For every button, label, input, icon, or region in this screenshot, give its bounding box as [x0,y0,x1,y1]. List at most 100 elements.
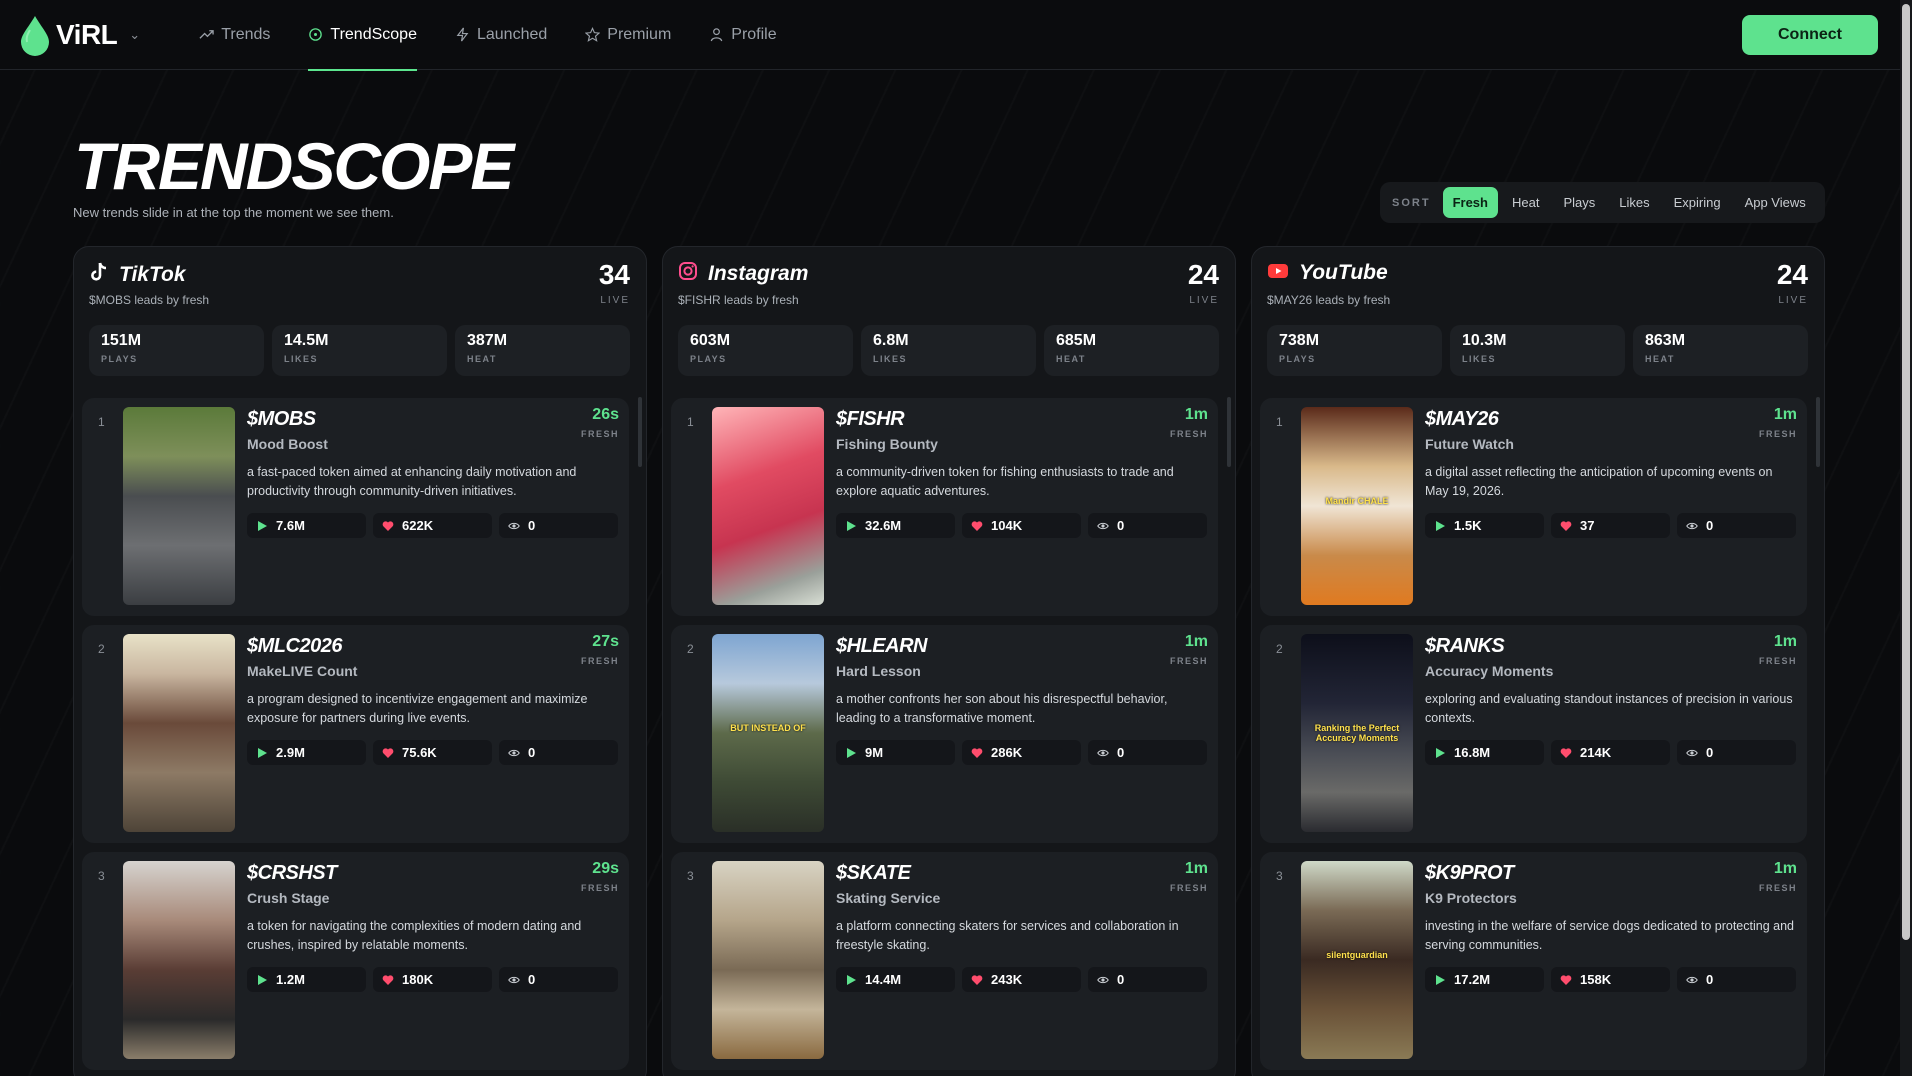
stats-row: 738M PLAYS 10.3M LIKES 863M HEAT [1267,325,1808,376]
sort-label: SORT [1392,196,1431,209]
metric-likes: 75.6K [373,740,492,765]
column-scrollbar[interactable] [1227,397,1231,467]
metric-value: 0 [1706,745,1714,760]
trend-ticker[interactable]: $MOBS [247,408,316,431]
metric-plays: 32.6M [836,513,955,538]
stat-plays: 738M PLAYS [1267,325,1442,376]
stats-row: 151M PLAYS 14.5M LIKES 387M HEAT [89,325,630,376]
stat-label: HEAT [467,354,497,364]
trend-rank: 3 [98,869,105,883]
page-scrollbar-thumb[interactable] [1902,4,1910,940]
video-thumbnail[interactable]: Ranking the Perfect Accuracy Moments [1301,634,1413,832]
trend-card[interactable]: 3 $CRSHST Crush Stage 29s FRESH a token for n… [82,852,629,1070]
video-thumbnail[interactable]: silentguardian [1301,861,1413,1059]
metric-value: 104K [991,518,1023,533]
trend-card[interactable]: 1 $FISHR Fishing Bounty 1m FRESH a community-… [671,398,1218,616]
nav-profile[interactable]: Profile [709,0,777,70]
eye-icon [1686,747,1698,759]
sort-likes-button[interactable]: Likes [1609,187,1659,218]
trend-card[interactable]: 1 $MOBS Mood Boost 26s FRESH a fast-paced tok… [82,398,629,616]
stat-value: 738M [1279,332,1320,349]
video-thumbnail[interactable]: BUT INSTEAD OF [712,634,824,832]
trend-description: a fast-paced token aimed at enhancing da… [247,465,577,498]
metric-value: 286K [991,745,1023,760]
nav-premium[interactable]: Premium [585,0,671,70]
metric-views: 0 [1677,513,1796,538]
metric-value: 9M [865,745,884,760]
metric-value: 622K [402,518,434,533]
trend-description: a mother confronts her son about his dis… [836,692,1168,725]
thumbnail-caption: silentguardian [1326,950,1388,961]
trend-description: a community-driven token for fishing ent… [836,465,1174,498]
trend-card[interactable]: 2 BUT INSTEAD OF $HLEARN Hard Lesson 1m FRESH… [671,625,1218,843]
stat-value: 603M [690,332,731,349]
stat-likes: 10.3M LIKES [1450,325,1625,376]
trend-card[interactable]: 3 silentguardian $K9PROT K9 Protectors 1m FRE… [1260,852,1807,1070]
stat-value: 685M [1056,332,1097,349]
fresh-label: FRESH [1758,883,1797,893]
sort-app-views-button[interactable]: App Views [1735,187,1816,218]
trend-name: Fishing Bounty [836,436,938,452]
video-thumbnail[interactable] [712,407,824,605]
stat-label: HEAT [1645,354,1675,364]
live-label: LIVE [600,295,630,306]
thumbnail-caption: Ranking the Perfect Accuracy Moments [1314,723,1400,744]
stat-label: HEAT [1056,354,1086,364]
sort-heat-button[interactable]: Heat [1502,187,1549,218]
nav-trendscope[interactable]: TrendScope [308,0,417,71]
stat-label: PLAYS [690,354,727,364]
user-icon [711,28,723,42]
nav-launched[interactable]: Launched [455,0,547,70]
metric-value: 75.6K [402,745,437,760]
trend-ticker[interactable]: $RANKS [1425,635,1505,658]
logo[interactable]: ViRL ⌄ [18,14,140,56]
metric-views: 0 [1677,967,1796,992]
stat-value: 387M [467,332,508,349]
sort-fresh-button[interactable]: Fresh [1442,187,1498,218]
video-thumbnail[interactable] [123,861,235,1059]
metric-views: 0 [499,513,618,538]
connect-button[interactable]: Connect [1742,15,1878,55]
stat-value: 151M [101,332,142,349]
trend-card[interactable]: 2 $MLC2026 MakeLIVE Count 27s FRESH a program… [82,625,629,843]
page-scrollbar[interactable] [1900,0,1912,1076]
trend-ticker[interactable]: $FISHR [836,408,905,431]
youtube-icon [1267,263,1289,284]
eye-icon [508,974,520,986]
trend-description: a program designed to incentivize engage… [247,692,588,725]
trend-card[interactable]: 1 Mandir CHALE $MAY26 Future Watch 1m FRESH a … [1260,398,1807,616]
stat-likes: 14.5M LIKES [272,325,447,376]
metric-likes: 37 [1551,513,1670,538]
trend-ticker[interactable]: $K9PROT [1425,862,1514,885]
trend-ticker[interactable]: $MLC2026 [247,635,342,658]
column-scrollbar[interactable] [1816,397,1820,467]
sort-expiring-button[interactable]: Expiring [1664,187,1731,218]
eye-icon [508,520,520,532]
trend-ticker[interactable]: $CRSHST [247,862,337,885]
metric-value: 32.6M [865,518,902,533]
fresh-label: FRESH [580,883,619,893]
trend-card[interactable]: 2 Ranking the Perfect Accuracy Moments $RA… [1260,625,1807,843]
video-thumbnail[interactable] [123,407,235,605]
live-label: LIVE [1778,295,1808,306]
sort-plays-button[interactable]: Plays [1553,187,1605,218]
stat-heat: 863M HEAT [1633,325,1808,376]
column-scrollbar[interactable] [638,397,642,467]
trend-card[interactable]: 3 $SKATE Skating Service 1m FRESH a platform … [671,852,1218,1070]
eye-icon [1097,974,1109,986]
nav-trendscope-label: TrendScope [330,25,417,43]
video-thumbnail[interactable]: Mandir CHALE [1301,407,1413,605]
nav-trends[interactable]: Trends [199,0,270,70]
trend-ticker[interactable]: $MAY26 [1425,408,1499,431]
metric-likes: 214K [1551,740,1670,765]
eye-icon [508,747,520,759]
trend-rank: 2 [1276,642,1283,656]
video-thumbnail[interactable] [123,634,235,832]
metric-value: 180K [402,972,434,987]
video-thumbnail[interactable] [712,861,824,1059]
chevron-down-icon[interactable]: ⌄ [129,27,140,43]
metric-value: 37 [1580,518,1595,533]
trend-ticker[interactable]: $HLEARN [836,635,927,658]
metric-likes: 286K [962,740,1081,765]
trend-ticker[interactable]: $SKATE [836,862,911,885]
